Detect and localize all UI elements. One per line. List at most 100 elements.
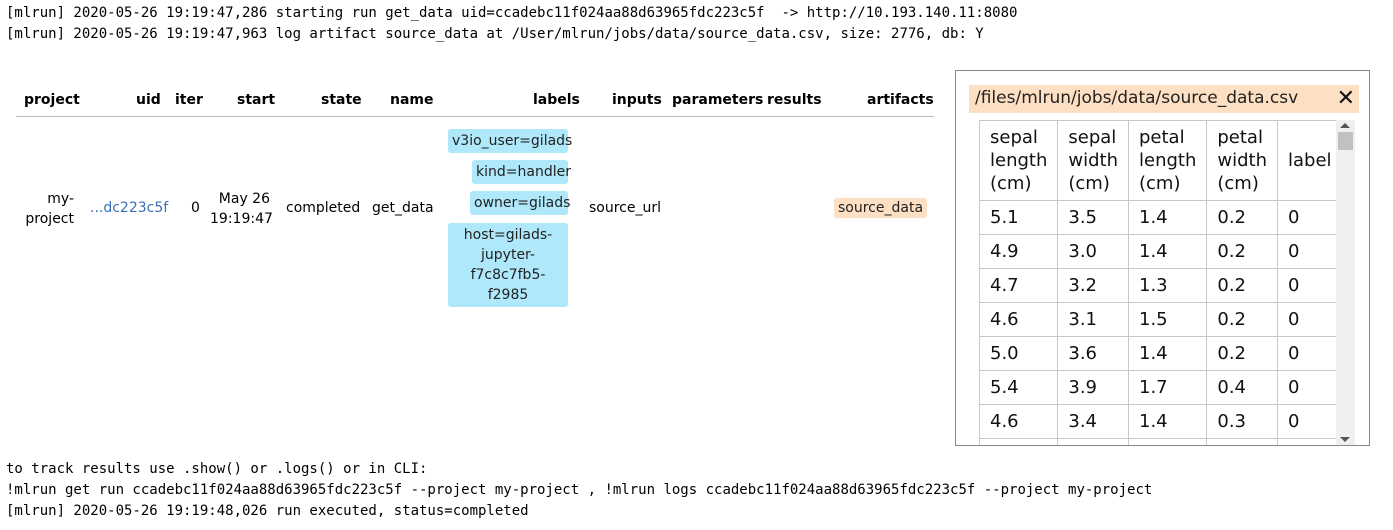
csv-cell: 0 xyxy=(1277,336,1343,371)
csv-cell: 3.4 xyxy=(1057,404,1129,439)
csv-cell: 0 xyxy=(1277,370,1343,405)
csv-cell: 3.0 xyxy=(1057,234,1129,269)
csv-cell: 3.5 xyxy=(1057,200,1129,235)
csv-cell: 0 xyxy=(1277,234,1343,269)
header-uid: uid xyxy=(136,92,161,108)
csv-col-petal-width: petal width (cm) xyxy=(1206,120,1278,201)
csv-cell: 3.2 xyxy=(1057,268,1129,303)
csv-cell: 0 xyxy=(1277,200,1343,235)
csv-cell: 1.4 xyxy=(1127,200,1208,235)
csv-cell: 4.6 xyxy=(979,302,1059,337)
start-time: 19:19:47 xyxy=(210,211,273,227)
popup-title: /files/mlrun/jobs/data/source_data.csv xyxy=(975,88,1299,108)
label-chip-host: host=gilads- jupyter- f7c8c7fb5-f2985 xyxy=(448,223,568,307)
csv-row: 5.0 3.6 1.4 0.2 0 xyxy=(979,336,1343,371)
csv-cell: 4.6 xyxy=(979,404,1059,439)
cell-iter: 0 xyxy=(191,200,200,216)
header-inputs: inputs xyxy=(612,92,662,108)
host-line-1: host=gilads- xyxy=(463,227,553,243)
header-divider xyxy=(16,116,934,117)
header-parameters: parameters xyxy=(672,92,764,108)
csv-cell: 1.5 xyxy=(1127,438,1208,445)
header-name: name xyxy=(390,92,434,108)
scroll-down-arrow-icon[interactable] xyxy=(1340,437,1350,442)
csv-cell: 0.2 xyxy=(1206,200,1278,235)
csv-cell: 0 xyxy=(1277,302,1343,337)
artifact-chip-source-data[interactable]: source_data xyxy=(834,198,928,218)
popup-header: /files/mlrun/jobs/data/source_data.csv ✕ xyxy=(969,85,1359,113)
csv-cell: 0.2 xyxy=(1206,268,1278,303)
csv-cell: 0 xyxy=(1277,404,1343,439)
csv-cell: 0 xyxy=(1277,268,1343,303)
csv-row: 5.03.41.50.20 xyxy=(979,438,1343,445)
csv-cell: 3.6 xyxy=(1057,336,1129,371)
csv-cell: 5.1 xyxy=(979,200,1059,235)
csv-cell: 5.4 xyxy=(979,370,1059,405)
csv-row: 5.1 3.5 1.4 0.2 0 xyxy=(979,200,1343,235)
csv-col-label: label xyxy=(1277,120,1343,201)
header-state: state xyxy=(321,92,362,108)
cell-name: get_data xyxy=(372,200,434,216)
project-line-1: my- xyxy=(47,191,74,207)
cell-project: my- project xyxy=(16,189,74,229)
cell-state: completed xyxy=(286,200,361,216)
header-labels: labels xyxy=(533,92,580,108)
uid-link[interactable]: ...dc223c5f xyxy=(90,200,168,216)
csv-cell: 0.3 xyxy=(1206,404,1278,439)
log-line-executed: [mlrun] 2020-05-26 19:19:48,026 run exec… xyxy=(6,503,529,519)
label-chip-v3io-user: v3io_user=gilads xyxy=(448,129,572,153)
csv-cell: 3.1 xyxy=(1057,302,1129,337)
csv-cell: 0.2 xyxy=(1206,438,1278,445)
csv-row: 4.7 3.2 1.3 0.2 0 xyxy=(979,268,1343,303)
header-results: results xyxy=(767,92,822,108)
cell-inputs: source_url xyxy=(589,200,662,216)
log-line-artifact: [mlrun] 2020-05-26 19:19:47,963 log arti… xyxy=(6,26,984,42)
csv-preview-body: sepal length (cm) sepal width (cm) petal leng… xyxy=(979,120,1359,445)
csv-col-sepal-length: sepal length (cm) xyxy=(979,120,1059,201)
log-line-start: [mlrun] 2020-05-26 19:19:47,286 starting… xyxy=(6,5,1018,21)
csv-cell: 0.2 xyxy=(1206,234,1278,269)
csv-cell: 1.4 xyxy=(1127,234,1208,269)
cell-start: May 26 19:19:47 xyxy=(210,189,273,229)
header-start: start xyxy=(237,92,276,108)
label-chip-kind: kind=handler xyxy=(472,160,571,184)
csv-cell: 1.3 xyxy=(1127,268,1208,303)
header-project: project xyxy=(24,92,80,108)
label-chip-owner: owner=gilads xyxy=(470,191,570,215)
project-line-2: project xyxy=(25,211,74,227)
csv-row: 4.9 3.0 1.4 0.2 0 xyxy=(979,234,1343,269)
csv-row: 5.4 3.9 1.7 0.4 0 xyxy=(979,370,1343,405)
header-artifacts: artifacts xyxy=(867,92,934,108)
csv-header-row: sepal length (cm) sepal width (cm) petal leng… xyxy=(979,120,1343,201)
host-line-2: jupyter- xyxy=(481,247,535,263)
host-line-3: f7c8c7fb5-f2985 xyxy=(470,267,546,303)
csv-cell: 1.7 xyxy=(1127,370,1208,405)
log-line-track-hint: to track results use .show() or .logs() … xyxy=(6,461,428,477)
start-date: May 26 xyxy=(218,191,270,207)
csv-row: 4.6 3.4 1.4 0.3 0 xyxy=(979,404,1343,439)
csv-cell: 0.2 xyxy=(1206,302,1278,337)
csv-cell: 3.4 xyxy=(1057,438,1129,445)
csv-cell: 5.0 xyxy=(979,336,1059,371)
csv-cell: 4.9 xyxy=(979,234,1059,269)
artifact-preview-popup: /files/mlrun/jobs/data/source_data.csv ✕… xyxy=(955,70,1370,446)
csv-cell: 0.4 xyxy=(1206,370,1278,405)
csv-cell: 1.4 xyxy=(1127,404,1208,439)
csv-table: sepal length (cm) sepal width (cm) petal leng… xyxy=(979,120,1343,445)
csv-cell: 1.4 xyxy=(1127,336,1208,371)
csv-col-petal-length: petal length (cm) xyxy=(1127,120,1208,201)
header-iter: iter xyxy=(175,92,203,108)
csv-cell: 0 xyxy=(1277,438,1343,445)
csv-row: 4.6 3.1 1.5 0.2 0 xyxy=(979,302,1343,337)
csv-cell: 4.7 xyxy=(979,268,1059,303)
csv-cell: 0.2 xyxy=(1206,336,1278,371)
csv-cell: 5.0 xyxy=(979,438,1059,445)
popup-scrollbar[interactable] xyxy=(1336,120,1355,445)
scrollbar-thumb[interactable] xyxy=(1338,132,1353,150)
csv-col-sepal-width: sepal width (cm) xyxy=(1057,120,1129,201)
log-line-cli-commands: !mlrun get run ccadebc11f024aa88d63965fd… xyxy=(6,482,1153,498)
csv-cell: 1.5 xyxy=(1127,302,1208,337)
close-icon[interactable]: ✕ xyxy=(1337,85,1355,113)
csv-cell: 3.9 xyxy=(1057,370,1129,405)
scroll-up-arrow-icon[interactable] xyxy=(1340,123,1350,128)
